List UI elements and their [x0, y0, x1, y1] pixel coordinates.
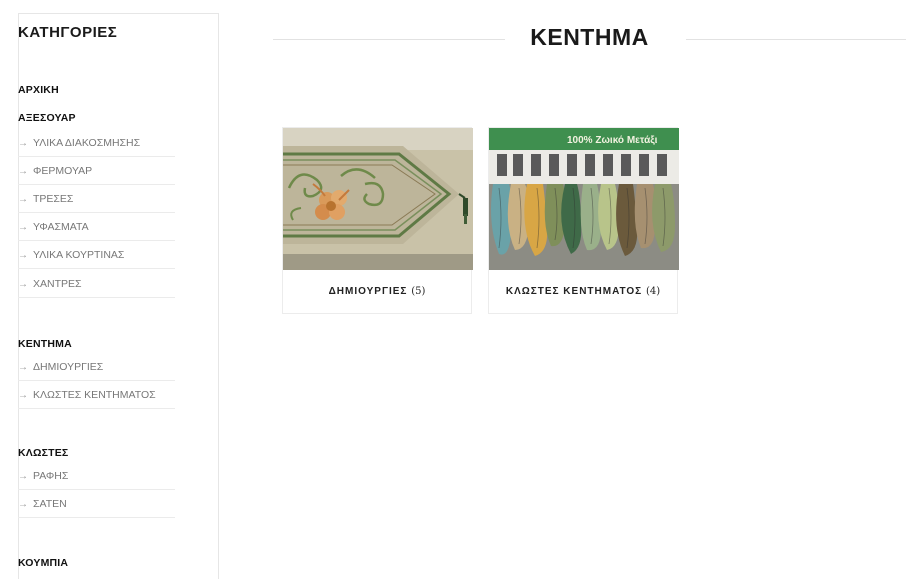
arrow-right-icon: →: [18, 499, 28, 510]
category-image[interactable]: [283, 128, 473, 270]
sidebar-title: ΚΑΤΗΓΟΡΙΕΣ: [18, 24, 118, 41]
category-card-dimiourgies[interactable]: ΔΗΜΙΟΥΡΓΙΕΣ (5): [282, 127, 473, 314]
card-title: ΚΛΩΣΤΕΣ ΚΕΝΤΗΜΑΤΟΣ: [505, 286, 643, 297]
category-card-klostes-kentimatos[interactable]: 100% Ζωικό Μετάξι ΚΛΩΣΤΕΣ ΚΕΝΤΗΜΑΤΟΣ (4): [488, 127, 679, 314]
category-image[interactable]: 100% Ζωικό Μετάξι: [489, 128, 679, 270]
sidebar-item[interactable]: → ΥΦΑΣΜΑΤΑ: [18, 213, 175, 241]
sidebar-home-link[interactable]: ΑΡΧΙΚΗ: [18, 84, 59, 96]
sidebar-item[interactable]: → ΡΑΦΗΣ: [18, 462, 175, 490]
sidebar-item-label: ΡΑΦΗΣ: [33, 470, 69, 482]
card-count: (4): [645, 286, 661, 297]
sidebar-group-klostes[interactable]: ΚΛΩΣΤΕΣ: [18, 447, 68, 459]
sidebar-item-label: ΚΛΩΣΤΕΣ ΚΕΝΤΗΜΑΤΟΣ: [33, 389, 156, 401]
sidebar-item-label: ΧΑΝΤΡΕΣ: [33, 278, 82, 290]
arrow-right-icon: →: [18, 250, 28, 261]
sidebar-item[interactable]: → ΧΑΝΤΡΕΣ: [18, 270, 175, 298]
page-title: ΚΕΝΤΗΜΑ: [530, 24, 649, 50]
sidebar-group-koumpia[interactable]: ΚΟΥΜΠΙΑ: [18, 557, 68, 569]
category-card-label: ΔΗΜΙΟΥΡΓΙΕΣ (5): [283, 286, 471, 297]
arrow-right-icon: →: [18, 194, 28, 205]
arrow-right-icon: →: [18, 362, 28, 373]
sidebar-item-label: ΤΡΕΣΕΣ: [33, 193, 74, 205]
sidebar-item[interactable]: → ΚΛΩΣΤΕΣ ΚΕΝΤΗΜΑΤΟΣ: [18, 381, 175, 409]
sidebar-item[interactable]: → ΤΡΕΣΕΣ: [18, 185, 175, 213]
sidebar-item-label: ΥΛΙΚΑ ΚΟΥΡΤΙΝΑΣ: [33, 249, 125, 261]
sidebar-item[interactable]: → ΥΛΙΚΑ ΔΙΑΚΟΣΜΗΣΗΣ: [18, 129, 175, 157]
arrow-right-icon: →: [18, 166, 28, 177]
sidebar-group-kentima[interactable]: ΚΕΝΤΗΜΑ: [18, 338, 72, 350]
sidebar-item-label: ΣΑΤΕΝ: [33, 498, 67, 510]
arrow-right-icon: →: [18, 279, 28, 290]
arrow-right-icon: →: [18, 390, 28, 401]
arrow-right-icon: →: [18, 471, 28, 482]
sidebar-item[interactable]: → ΥΛΙΚΑ ΚΟΥΡΤΙΝΑΣ: [18, 241, 175, 269]
arrow-right-icon: →: [18, 138, 28, 149]
sidebar-item[interactable]: → ΦΕΡΜΟΥΑΡ: [18, 157, 175, 185]
sidebar-item-label: ΥΛΙΚΑ ΔΙΑΚΟΣΜΗΣΗΣ: [33, 137, 141, 149]
image-caption-text: 100% Ζωικό Μετάξι: [567, 135, 658, 146]
page-heading-wrap: ΚΕΝΤΗΜΑ: [273, 24, 906, 58]
card-title: ΔΗΜΙΟΥΡΓΙΕΣ: [328, 286, 408, 297]
sidebar-item-label: ΦΕΡΜΟΥΑΡ: [33, 165, 93, 177]
sidebar-item-label: ΔΗΜΙΟΥΡΓΙΕΣ: [33, 361, 104, 373]
category-card-label: ΚΛΩΣΤΕΣ ΚΕΝΤΗΜΑΤΟΣ (4): [489, 286, 677, 297]
card-count: (5): [411, 286, 426, 297]
sidebar-item[interactable]: → ΔΗΜΙΟΥΡΓΙΕΣ: [18, 353, 175, 381]
arrow-right-icon: →: [18, 222, 28, 233]
sidebar-item[interactable]: → ΣΑΤΕΝ: [18, 490, 175, 518]
sidebar-item-label: ΥΦΑΣΜΑΤΑ: [33, 221, 89, 233]
sidebar-group-aksesouar[interactable]: ΑΞΕΣΟΥΑΡ: [18, 112, 76, 124]
